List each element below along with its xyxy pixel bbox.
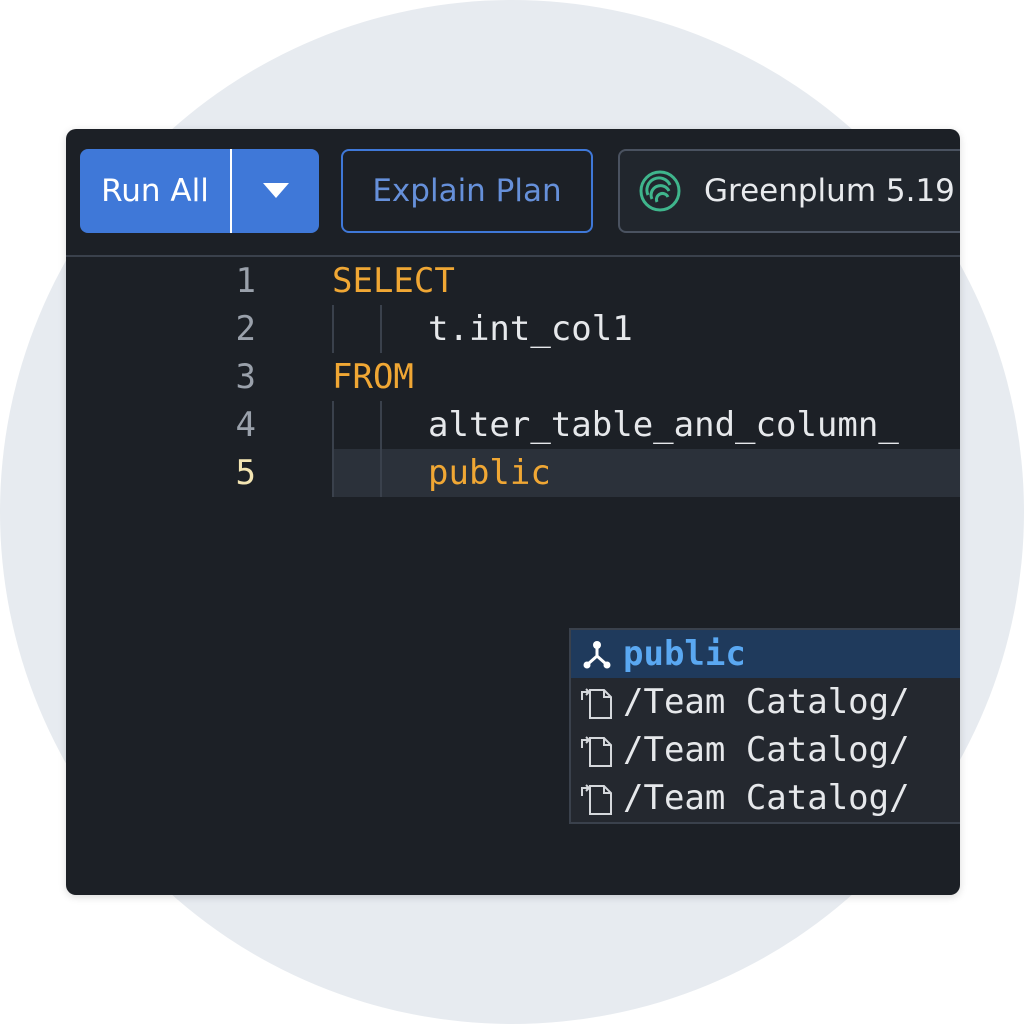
toolbar: Run All Explain Plan Greenplum 5.19 [66, 129, 960, 257]
code-text: t.int_col1 [428, 309, 633, 349]
code-text: FROM [332, 357, 414, 397]
run-all-split-button: Run All [80, 149, 319, 233]
greenplum-logo-icon [634, 165, 686, 217]
line-number: 4 [235, 405, 256, 445]
chevron-down-icon [262, 183, 289, 198]
line-number: 3 [235, 357, 256, 397]
code-line: 2 t.int_col1 [66, 305, 960, 353]
indent-guide [332, 401, 334, 449]
code-text: alter_table_and_column_ [428, 405, 899, 445]
document-link-icon [571, 726, 623, 774]
code-line-current: 5 public [66, 449, 960, 497]
indent-guide [380, 401, 382, 449]
autocomplete-item-label: /Team Catalog/ [623, 730, 910, 770]
document-link-icon [571, 774, 623, 822]
autocomplete-item[interactable]: /Team Catalog/ [571, 774, 960, 822]
autocomplete-item-label: /Team Catalog/ [623, 682, 910, 722]
line-number: 1 [235, 261, 256, 301]
run-all-button[interactable]: Run All [80, 149, 230, 233]
run-options-dropdown[interactable] [232, 149, 319, 233]
autocomplete-item[interactable]: /Team Catalog/ [571, 726, 960, 774]
autocomplete-dropdown: public /Team Catalog/ /Team Catalog/ /Te… [569, 628, 960, 824]
query-editor-window: Run All Explain Plan Greenplum 5.19 1 SE… [66, 129, 960, 895]
database-name: Greenplum 5.19 [704, 173, 955, 209]
line-number: 5 [235, 453, 256, 493]
code-editor[interactable]: 1 SELECT 2 t.int_col1 3 FROM 4 alter_tab… [66, 257, 960, 895]
code-line: 4 alter_table_and_column_ [66, 401, 960, 449]
code-line: 1 SELECT [66, 257, 960, 305]
code-text: SELECT [332, 261, 455, 301]
document-link-icon [571, 678, 623, 726]
indent-guide [380, 449, 382, 497]
autocomplete-item[interactable]: /Team Catalog/ [571, 678, 960, 726]
line-number: 2 [235, 309, 256, 349]
schema-icon [571, 630, 623, 678]
autocomplete-item-label: /Team Catalog/ [623, 778, 910, 818]
indent-guide [332, 449, 334, 497]
autocomplete-item-label: public [623, 634, 746, 674]
code-text: public [428, 453, 551, 493]
explain-plan-button[interactable]: Explain Plan [341, 149, 593, 233]
autocomplete-item[interactable]: public [571, 630, 960, 678]
database-selector[interactable]: Greenplum 5.19 [618, 149, 960, 233]
indent-guide [380, 305, 382, 353]
code-line: 3 FROM [66, 353, 960, 401]
indent-guide [332, 305, 334, 353]
